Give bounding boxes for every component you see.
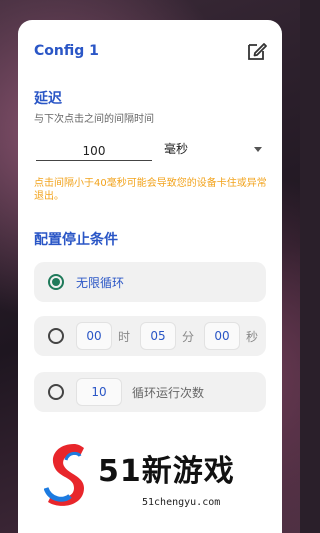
watermark-logo: 51新游戏 51chengyu.com <box>44 440 284 520</box>
loop-count-input[interactable]: 10 <box>76 378 122 406</box>
seconds-unit: 秒 <box>246 330 259 344</box>
radio-timer[interactable] <box>48 328 64 344</box>
hours-input[interactable]: 00 <box>76 322 112 350</box>
delay-heading: 延迟 <box>34 91 62 107</box>
loop-count-label: 循环运行次数 <box>132 386 205 400</box>
seconds-input[interactable]: 00 <box>204 322 240 350</box>
option-timer[interactable]: 00 时 05 分 00 秒 <box>34 316 266 356</box>
dialog-title: Config 1 <box>34 43 99 59</box>
delay-unit-select[interactable]: 毫秒 <box>164 140 188 157</box>
option-loop-count[interactable]: 10 循环运行次数 <box>34 372 266 412</box>
dropdown-arrow-icon[interactable] <box>254 147 262 152</box>
logo-s-icon <box>44 444 84 506</box>
watermark-title: 51新游戏 <box>98 454 235 489</box>
minutes-unit: 分 <box>182 330 195 344</box>
minutes-input[interactable]: 05 <box>140 322 176 350</box>
stop-condition-heading: 配置停止条件 <box>34 232 118 248</box>
dialog-header: Config 1 <box>34 40 268 62</box>
radio-infinite[interactable] <box>48 274 64 290</box>
option-infinite-label: 无限循环 <box>76 276 125 290</box>
delay-input[interactable] <box>36 141 152 161</box>
option-infinite-loop[interactable]: 无限循环 <box>34 262 266 302</box>
hours-unit: 时 <box>118 330 131 344</box>
radio-count[interactable] <box>48 384 64 400</box>
edit-icon[interactable] <box>246 40 268 62</box>
watermark-url: 51chengyu.com <box>142 497 221 508</box>
delay-warning: 点击间隔小于40毫秒可能会导致您的设备卡住或异常退出。 <box>34 178 267 202</box>
delay-subtitle: 与下次点击之间的间隔时间 <box>34 114 154 125</box>
